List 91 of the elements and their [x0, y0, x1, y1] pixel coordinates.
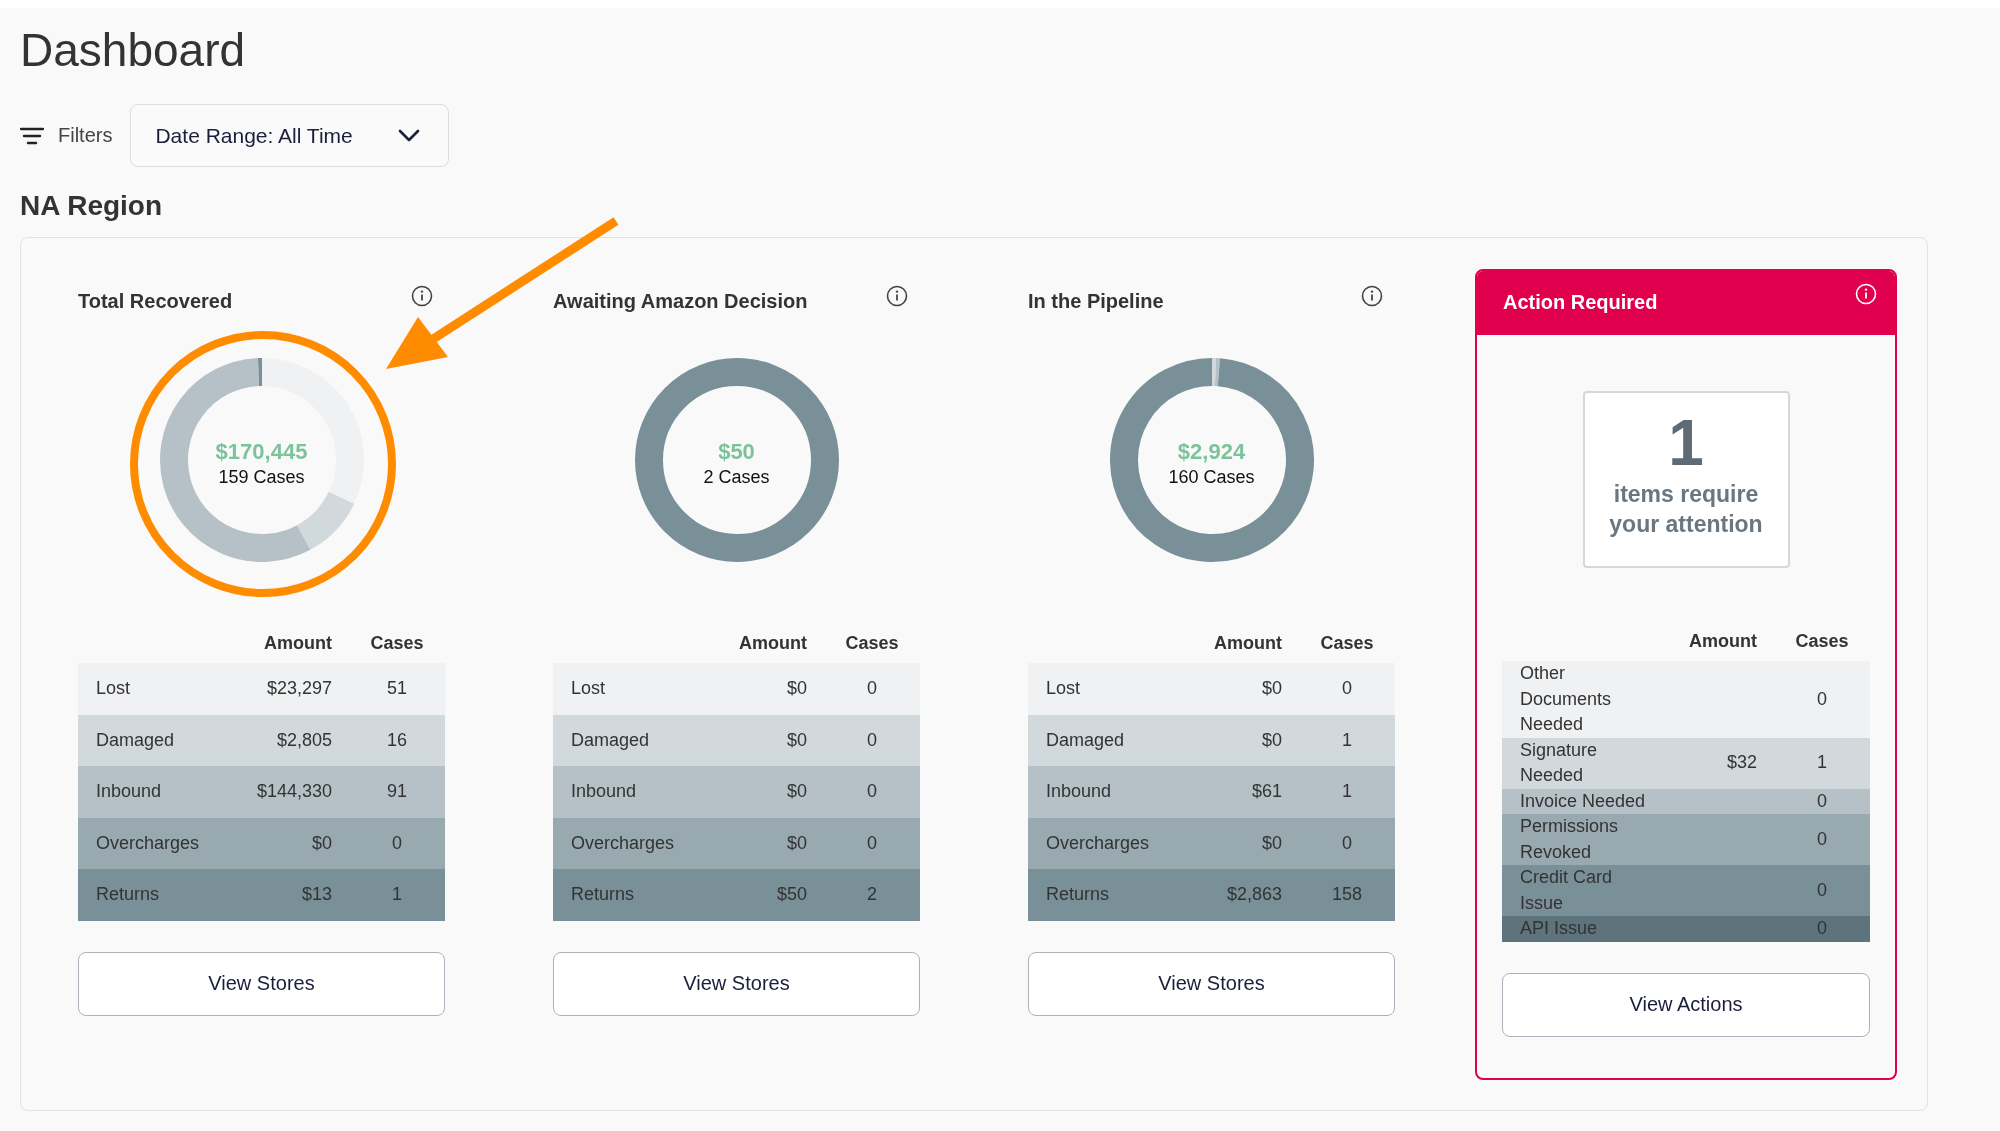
table-cell-text: 0 — [1816, 687, 1828, 711]
table-cell-text: $144,330 — [255, 781, 332, 803]
table-cell-text: $0 — [785, 781, 807, 803]
view-stores-button[interactable]: View Stores — [1028, 951, 1395, 1016]
section-title: NA Region — [20, 189, 164, 223]
chevron-down-icon — [398, 128, 421, 143]
table-cell-text: 1 — [1341, 729, 1353, 751]
total-amount: $170,445 — [215, 439, 308, 465]
table-cell-text: 0 — [1341, 832, 1353, 854]
table-cell-text: $0 — [1260, 729, 1282, 751]
table-cell-text: Lost — [1045, 678, 1082, 700]
table-cell-text: 0 — [1816, 827, 1828, 851]
table-cell-text: 0 — [866, 729, 878, 751]
table-cell-text: $13 — [300, 884, 332, 906]
table-cell-text: 1 — [1816, 751, 1828, 775]
table-cell-text: Invoice Needed — [1519, 789, 1647, 813]
table-cell-text: Inbound — [95, 781, 163, 803]
column-header: Amount — [1213, 632, 1282, 654]
table-cell-text: Returns — [1045, 884, 1111, 906]
table-cell-text: $0 — [785, 678, 807, 700]
column-header: Cases — [1319, 632, 1375, 654]
table-cell-text: $2,805 — [275, 729, 332, 751]
table-cell-text: 16 — [386, 729, 408, 751]
card-title: Awaiting Amazon Decision — [553, 289, 808, 314]
table-cell-text: $0 — [310, 832, 332, 854]
info-icon[interactable] — [886, 285, 908, 307]
table-cell-text: $0 — [785, 729, 807, 751]
column-header: Cases — [1794, 630, 1850, 652]
case-count: 159 Cases — [218, 467, 305, 488]
case-count: 2 Cases — [703, 467, 770, 488]
table-cell-text: Signature Needed — [1519, 738, 1599, 787]
table-cell-text: Damaged — [570, 729, 651, 751]
table-cell-text: Overcharges — [570, 832, 676, 854]
table-cell-text: $0 — [1260, 678, 1282, 700]
attention-message: items require your attention — [1608, 480, 1764, 539]
table-cell-text: Overcharges — [95, 832, 201, 854]
case-count: 160 Cases — [1168, 467, 1255, 488]
column-header: Cases — [369, 632, 425, 654]
table-cell-text: Returns — [95, 884, 161, 906]
table-cell-text: $0 — [785, 832, 807, 854]
table-cell-text: Overcharges — [1045, 832, 1151, 854]
table-cell-text: 0 — [866, 781, 878, 803]
table-cell-text: 0 — [1341, 678, 1353, 700]
column-header: Amount — [263, 632, 332, 654]
card-title: Action Required — [1503, 290, 1658, 315]
view-stores-button[interactable]: View Stores — [78, 951, 445, 1016]
table-cell-text: $2,863 — [1225, 884, 1282, 906]
table-cell-text: Damaged — [1045, 729, 1126, 751]
table-cell-text: 0 — [866, 678, 878, 700]
table-cell-text: $32 — [1725, 751, 1757, 775]
table-cell-text: Permissions Revoked — [1519, 815, 1620, 864]
table-cell-text: Inbound — [570, 781, 638, 803]
info-icon[interactable] — [411, 285, 433, 307]
card-title: Total Recovered — [78, 289, 233, 314]
table-cell-text: 1 — [391, 884, 403, 906]
page-title: Dashboard — [19, 23, 247, 78]
column-header: Amount — [738, 632, 807, 654]
total-amount: $2,924 — [1177, 439, 1246, 465]
table-cell-text: 1 — [1341, 781, 1353, 803]
filters-button[interactable]: Filters — [20, 124, 113, 147]
table-cell-text: 0 — [1816, 917, 1828, 940]
info-icon[interactable] — [1361, 285, 1383, 307]
table-cell-text: $61 — [1250, 781, 1282, 803]
table-cell-text: 0 — [866, 832, 878, 854]
column-header: Amount — [1688, 630, 1757, 652]
table-cell-text: 0 — [1816, 878, 1828, 902]
table-cell-text: 2 — [866, 884, 878, 906]
item-count: 1 — [1668, 411, 1704, 475]
table-cell-text: 158 — [1330, 884, 1363, 906]
table-cell-text: 91 — [386, 781, 408, 803]
view-stores-button[interactable]: View Stores — [553, 951, 920, 1016]
table-cell-text: Lost — [95, 678, 132, 700]
table-cell-text: Credit Card Issue — [1519, 866, 1614, 915]
column-header: Cases — [844, 632, 900, 654]
table-cell-text: Damaged — [95, 729, 176, 751]
table-cell-text: Returns — [570, 884, 636, 906]
view-actions-button[interactable]: View Actions — [1502, 972, 1870, 1037]
table-cell-text: Lost — [570, 678, 607, 700]
table-cell-text: $50 — [775, 884, 807, 906]
filter-icon — [20, 126, 44, 145]
table-cell-text: 0 — [391, 832, 403, 854]
table-cell-text: $23,297 — [265, 678, 332, 700]
table-cell-text: Other Documents Needed — [1519, 662, 1613, 736]
table-cell-text: API Issue — [1519, 917, 1599, 940]
table-cell-text: 0 — [1816, 789, 1828, 813]
date-range-dropdown[interactable]: Date Range: All Time — [130, 104, 450, 167]
table-cell-text: $0 — [1260, 832, 1282, 854]
table-cell-text: 51 — [386, 678, 408, 700]
card-title: In the Pipeline — [1028, 289, 1164, 314]
total-amount: $50 — [718, 439, 755, 465]
table-cell-text: Inbound — [1045, 781, 1113, 803]
